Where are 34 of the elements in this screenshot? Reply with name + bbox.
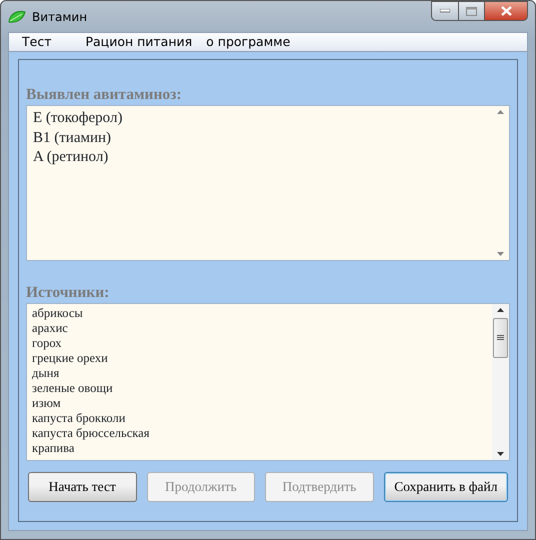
list-item[interactable]: изюм	[32, 396, 487, 411]
section-label: Выявлен авитаминоз:	[26, 86, 183, 105]
scrollbar[interactable]	[492, 304, 509, 460]
list-item[interactable]: зеленые овощи	[32, 381, 487, 396]
maximize-button[interactable]	[458, 1, 484, 21]
menu-item[interactable]: Тест	[15, 32, 58, 52]
window-title: Витамин	[32, 8, 88, 26]
list-item[interactable]: крапива	[32, 441, 487, 456]
close-button[interactable]	[484, 1, 528, 21]
list-item[interactable]: грецкие орехи	[32, 351, 487, 366]
list-item[interactable]: капуста брюссельская	[32, 426, 487, 441]
action-button[interactable]: Сохранить в файл	[384, 472, 508, 502]
menu-item[interactable]: о программе	[199, 32, 298, 52]
list-item[interactable]: дыня	[32, 366, 487, 381]
grip-icon	[497, 335, 504, 341]
minimize-button[interactable]	[431, 1, 458, 21]
text-line: E (токоферол)	[33, 109, 124, 128]
text-line: B1 (тиамин)	[33, 128, 112, 148]
minimize-icon	[440, 9, 450, 13]
leaf-icon	[8, 10, 26, 24]
scroll-down-icon[interactable]	[497, 452, 504, 456]
section-label: Источники:	[26, 284, 110, 303]
list-item[interactable]: абрикосы	[32, 306, 487, 321]
list-item[interactable]: капуста брокколи	[32, 411, 487, 426]
text-line: A (ретинол)	[33, 148, 110, 167]
scroll-up-icon[interactable]	[497, 308, 504, 312]
list-item[interactable]: арахис	[32, 321, 487, 336]
action-button[interactable]: Начать тест	[28, 472, 137, 502]
scroll-thumb[interactable]	[493, 318, 508, 358]
close-icon	[500, 6, 512, 16]
menu-item[interactable]: Рацион питания	[78, 32, 200, 52]
maximize-icon	[466, 6, 477, 16]
sources-list[interactable]: абрикосы арахис горох грецкие орехи дыня зеленые овощи изюм капуста брокколи капуста брюссельская крапива	[26, 303, 510, 461]
list-item[interactable]: горох	[32, 336, 487, 351]
